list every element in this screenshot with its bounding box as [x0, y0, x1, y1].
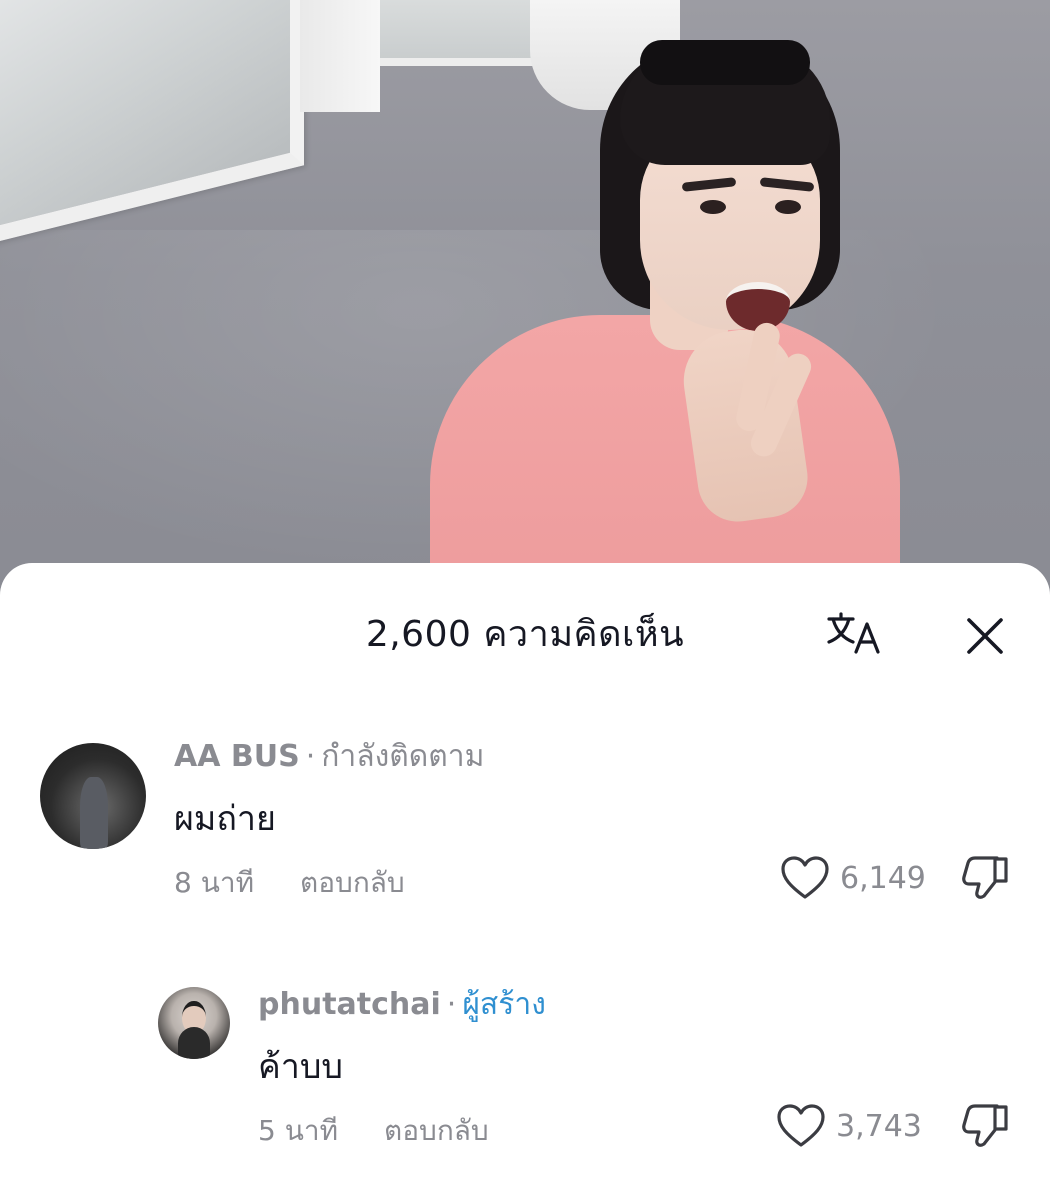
comment-time: 8 นาที	[174, 866, 255, 899]
meta-separator: ·	[446, 987, 457, 1022]
comment-text: ผมถ่าย	[174, 799, 276, 839]
video-player[interactable]	[0, 0, 1050, 620]
avatar-figure	[80, 776, 108, 849]
thumbs-down-icon	[962, 856, 1008, 899]
reply-item: phutatchai · ผู้สร้าง ค้าบบ 5 นาที ตอบกล…	[0, 981, 1050, 1161]
like-count: 3,743	[836, 1108, 922, 1144]
thumbs-down-icon	[962, 1104, 1008, 1147]
creator-tag: ผู้สร้าง	[462, 987, 546, 1022]
screen: 2,600 ความคิดเห็น AA BUS · กำลังติดตาม ผ…	[0, 0, 1050, 1200]
dislike-button[interactable]	[958, 853, 1014, 901]
person-sunglasses	[640, 40, 810, 85]
person-eye	[700, 200, 726, 214]
like-button[interactable]: 6,149	[780, 855, 926, 901]
following-tag: กำลังติดตาม	[321, 739, 485, 774]
close-icon	[967, 618, 1003, 654]
translate-icon	[827, 612, 880, 654]
comments-sheet: 2,600 ความคิดเห็น AA BUS · กำลังติดตาม ผ…	[0, 563, 1050, 1200]
meta-separator: ·	[305, 739, 316, 774]
reply-button[interactable]: ตอบกลับ	[300, 861, 405, 905]
comment-username[interactable]: phutatchai	[258, 987, 441, 1022]
video-person	[0, 0, 1050, 620]
comment-username[interactable]: AA BUS	[174, 739, 300, 774]
like-count: 6,149	[840, 860, 926, 896]
translate-button[interactable]	[822, 607, 888, 659]
comment-meta: AA BUS · กำลังติดตาม	[174, 733, 484, 780]
comments-header: 2,600 ความคิดเห็น	[0, 563, 1050, 703]
comment-text: ค้าบบ	[258, 1047, 343, 1087]
avatar-figure	[178, 1026, 210, 1059]
close-button[interactable]	[958, 609, 1012, 663]
comment-time: 5 นาที	[258, 1114, 339, 1147]
heart-icon	[781, 856, 829, 899]
person-eye	[775, 200, 801, 214]
comments-count-title: 2,600 ความคิดเห็น	[365, 614, 685, 655]
avatar[interactable]	[40, 743, 146, 849]
comment-meta: phutatchai · ผู้สร้าง	[258, 981, 546, 1028]
reply-button[interactable]: ตอบกลับ	[384, 1109, 489, 1153]
avatar[interactable]	[158, 987, 230, 1059]
dislike-button[interactable]	[958, 1101, 1014, 1149]
comment-item: AA BUS · กำลังติดตาม ผมถ่าย 8 นาที ตอบกล…	[0, 733, 1050, 913]
comment-footer: 8 นาที ตอบกลับ	[174, 861, 405, 905]
heart-icon	[777, 1104, 825, 1147]
comment-footer: 5 นาที ตอบกลับ	[258, 1109, 489, 1153]
like-button[interactable]: 3,743	[776, 1103, 922, 1149]
